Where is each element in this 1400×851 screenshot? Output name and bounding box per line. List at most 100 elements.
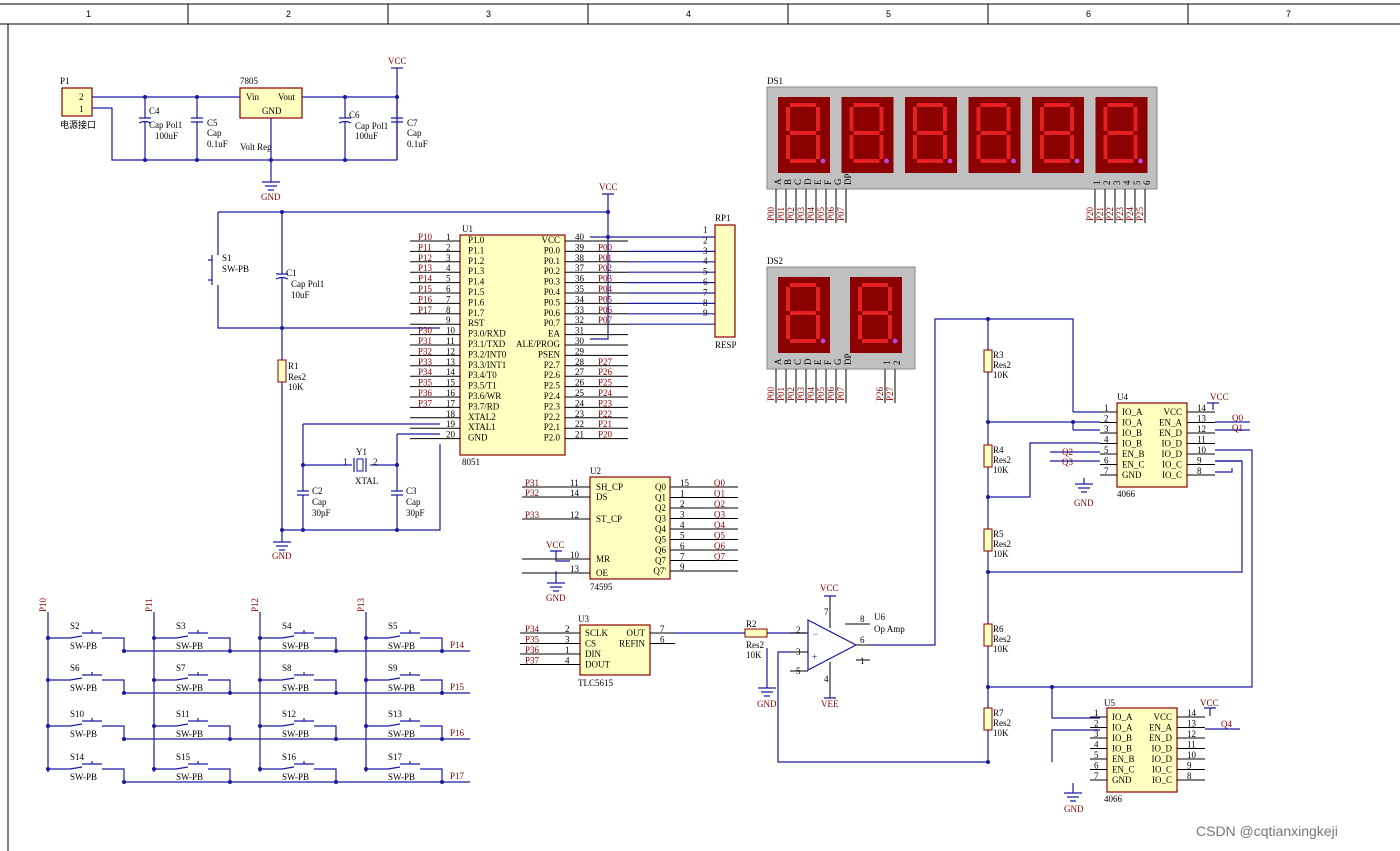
u4-pin-3: 3 <box>1104 424 1109 434</box>
u2-pin-2: 2 <box>680 499 685 509</box>
y1-p1: 1 <box>343 457 348 467</box>
ds1-segnet-3: P03 <box>796 206 806 221</box>
u2-gnd: GND <box>546 593 566 603</box>
mcu-pinname-5: P1.4 <box>468 277 485 287</box>
u5-ref: U5 <box>1104 698 1115 708</box>
u4-pin-8: 8 <box>1197 466 1202 476</box>
u3-pinname-3: CS <box>585 639 596 649</box>
mcu-pinname-10: P3.0/RXD <box>468 329 506 339</box>
mcu-pinname-38: P0.1 <box>544 256 560 266</box>
u2-vcc: VCC <box>546 540 565 550</box>
ds1-digit-3: 3 <box>1112 180 1122 185</box>
frame-col-2: 2 <box>286 9 291 19</box>
rp1-pin-7: 7 <box>703 287 708 297</box>
mcu-pinname-26: P2.5 <box>544 381 561 391</box>
ds1-dignet-4: P24 <box>1125 206 1135 221</box>
schematic-canvas: 1234567 P1 2 1 电源接口 C4 Cap Pol1 100uF C5… <box>0 0 1400 851</box>
u3-net-P37: P37 <box>525 656 540 666</box>
u4-pinname-9: IO_C <box>1162 460 1182 470</box>
u5-gnd: GND <box>1064 804 1084 814</box>
svg-text:S9: S9 <box>388 663 398 673</box>
u2-net-P33: P33 <box>525 510 540 520</box>
u2-net-P32: P32 <box>525 488 539 498</box>
ds1-seg-DP: DP <box>843 173 853 185</box>
u2-pin-3: 3 <box>680 510 685 520</box>
u4-pinname-13: EN_A <box>1159 418 1182 428</box>
mcu-pinname-6: P1.5 <box>468 287 485 297</box>
y1-val: XTAL <box>355 476 378 486</box>
u4-pinname-7: GND <box>1122 470 1142 480</box>
svg-text:S16: S16 <box>282 752 297 762</box>
mcu-pinname-23: P2.2 <box>544 412 560 422</box>
c5-v2: 0.1uF <box>207 139 228 149</box>
mcu-pinname-24: P2.3 <box>544 401 561 411</box>
c5-val: Cap <box>207 128 222 138</box>
u5-pinname-8: IO_C <box>1152 775 1172 785</box>
mcu-pin-39: 39 <box>575 242 585 252</box>
y1-ref: Y1 <box>356 447 367 457</box>
ds1-digit-4: 4 <box>1122 180 1132 185</box>
ds2-segnet-5: P05 <box>816 386 826 401</box>
mcu-pin-26: 26 <box>575 378 585 388</box>
u6-vcc: VCC <box>820 583 839 593</box>
u2-pin-11: 11 <box>570 478 579 488</box>
svg-text:S13: S13 <box>388 709 403 719</box>
mcu-net-P31: P31 <box>418 336 432 346</box>
ds2-segnet-0: P00 <box>766 386 776 401</box>
p1-desc: 电源接口 <box>60 119 96 130</box>
mcu-pin-29: 29 <box>575 346 585 356</box>
u3-net-P35: P35 <box>525 635 540 645</box>
u3-pin-6: 6 <box>660 635 665 645</box>
resistor-R3 <box>983 349 993 373</box>
svg-text:SW-PB: SW-PB <box>176 729 203 739</box>
u4-pinname-2: IO_A <box>1122 418 1143 428</box>
R6-ref: R6 <box>993 624 1004 634</box>
c1-val: Cap Pol1 <box>291 279 324 289</box>
svg-text:SW-PB: SW-PB <box>282 641 309 651</box>
u5-pin-4: 4 <box>1094 740 1099 750</box>
u5-pinname-10: IO_D <box>1152 754 1173 764</box>
u4-vcc: VCC <box>1210 392 1229 402</box>
ds1-digit-1: 1 <box>1092 181 1102 186</box>
u5-pin-5: 5 <box>1094 750 1099 760</box>
u6-pin1: 1 <box>860 656 865 666</box>
u6-pin7: 7 <box>824 607 829 617</box>
c4-val: Cap Pol1 <box>149 120 182 130</box>
u4-part: 4066 <box>1117 489 1136 499</box>
frame-col-4: 4 <box>686 9 691 19</box>
mcu-pin-27: 27 <box>575 367 585 377</box>
ds2-seg-F: F <box>823 360 833 365</box>
u4-pinname-12: EN_D <box>1159 428 1182 438</box>
rp1-val: RESP <box>715 340 737 350</box>
s1-val: SW-PB <box>222 264 249 274</box>
u2-pin-13: 13 <box>570 564 580 574</box>
u3-pin-7: 7 <box>660 624 665 634</box>
c7-v2: 0.1uF <box>407 139 428 149</box>
u2-pinname-1: Q1 <box>655 493 666 503</box>
u4-pin-11: 11 <box>1197 435 1206 445</box>
ds1-seg-C: C <box>793 179 803 185</box>
ds2-dignet-0: P26 <box>875 386 885 401</box>
u2-pin-10: 10 <box>570 550 580 560</box>
mcu-pin-21: 21 <box>575 430 584 440</box>
mcu-pin-16: 16 <box>446 388 456 398</box>
u4-q0: Q0 <box>1232 413 1243 423</box>
frame-col-3: 3 <box>486 9 491 19</box>
frame-col-1: 1 <box>86 9 91 19</box>
c7-val: Cap <box>407 128 422 138</box>
u3-pin-4: 4 <box>565 656 570 666</box>
rp1-pin-4: 4 <box>703 256 708 266</box>
mcu-pinname-40: VCC <box>541 235 560 245</box>
c6-val: Cap Pol1 <box>355 121 388 131</box>
mcu-net-P12: P12 <box>418 253 432 263</box>
u5-q4: Q4 <box>1221 719 1232 729</box>
svg-text:S3: S3 <box>176 621 186 631</box>
mcu-net-P30: P30 <box>418 326 433 336</box>
ds2-seg-DP: DP <box>843 353 853 365</box>
mcu-pinname-28: P2.7 <box>544 360 561 370</box>
mcu-pin-36: 36 <box>575 274 585 284</box>
u4-pin-1: 1 <box>1104 403 1109 413</box>
u4-pin-5: 5 <box>1104 445 1109 455</box>
u5-pinname-2: IO_A <box>1112 723 1133 733</box>
rp1-pin-5: 5 <box>703 267 708 277</box>
